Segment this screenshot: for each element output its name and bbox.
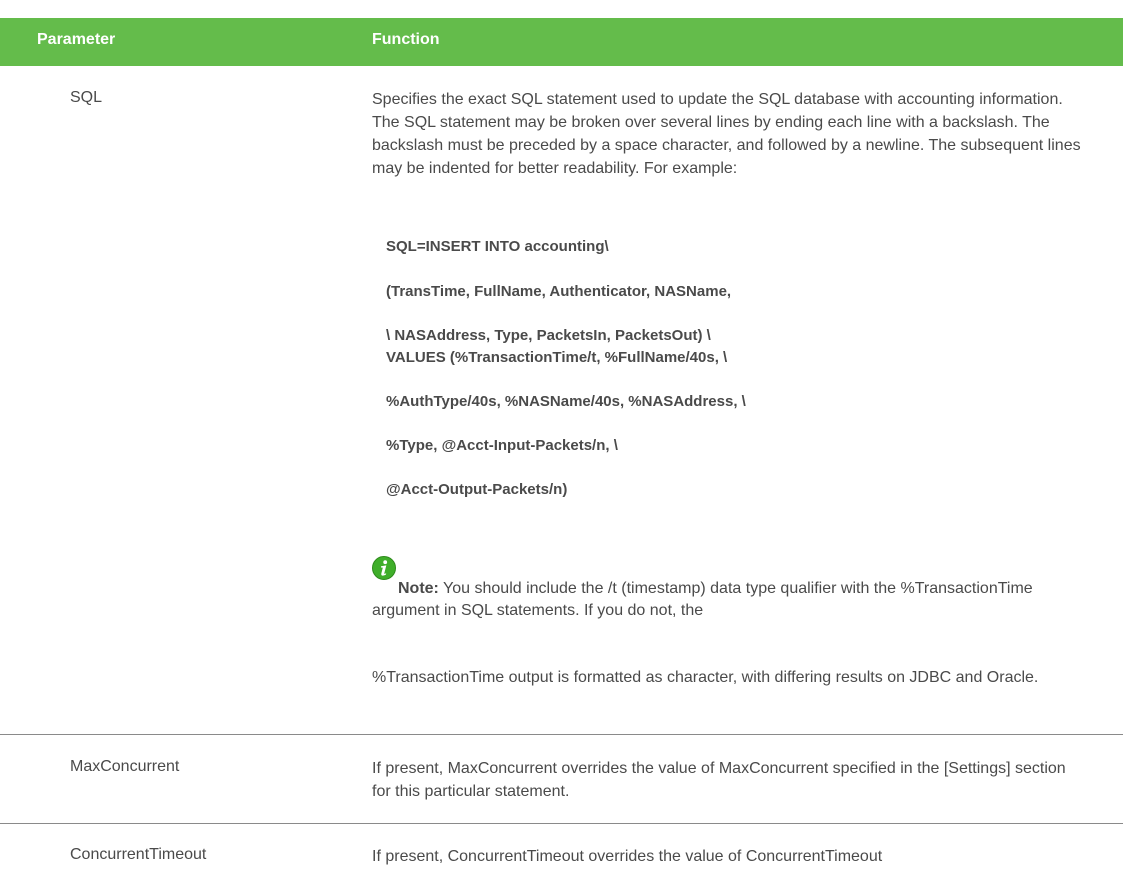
info-icon bbox=[372, 556, 396, 580]
row-divider bbox=[0, 823, 1123, 824]
note-body: You should include the /t (timestamp) da… bbox=[372, 580, 1033, 619]
header-function: Function bbox=[372, 31, 440, 48]
param-concurrenttimeout: ConcurrentTimeout bbox=[70, 846, 207, 863]
code-line: VALUES (%TransactionTime/t, %FullName/40… bbox=[386, 349, 728, 366]
note-text: Note: You should include the /t (timesta… bbox=[372, 578, 1072, 622]
code-line: (TransTime, FullName, Authenticator, NAS… bbox=[386, 283, 732, 300]
header-parameter: Parameter bbox=[37, 31, 116, 48]
code-line: %Type, @Acct-Input-Packets/n, \ bbox=[386, 437, 618, 454]
function-maxconcurrent: If present, MaxConcurrent overrides the … bbox=[372, 760, 1066, 800]
code-line: %AuthType/40s, %NASName/40s, %NASAddress… bbox=[386, 393, 746, 410]
row-divider bbox=[0, 734, 1123, 735]
param-maxconcurrent: MaxConcurrent bbox=[70, 758, 180, 775]
code-line: \ NASAddress, Type, PacketsIn, PacketsOu… bbox=[386, 327, 711, 344]
note-continued: %TransactionTime output is formatted as … bbox=[372, 669, 1039, 686]
param-sql: SQL bbox=[70, 89, 103, 106]
function-concurrenttimeout: If present, ConcurrentTimeout overrides … bbox=[372, 848, 883, 865]
note-label: Note: bbox=[398, 580, 439, 597]
table-header: Parameter Function bbox=[0, 18, 1123, 66]
code-line: @Acct-Output-Packets/n) bbox=[386, 481, 568, 498]
code-line: SQL=INSERT INTO accounting\ bbox=[386, 238, 609, 255]
function-sql: Specifies the exact SQL statement used t… bbox=[372, 91, 1081, 177]
